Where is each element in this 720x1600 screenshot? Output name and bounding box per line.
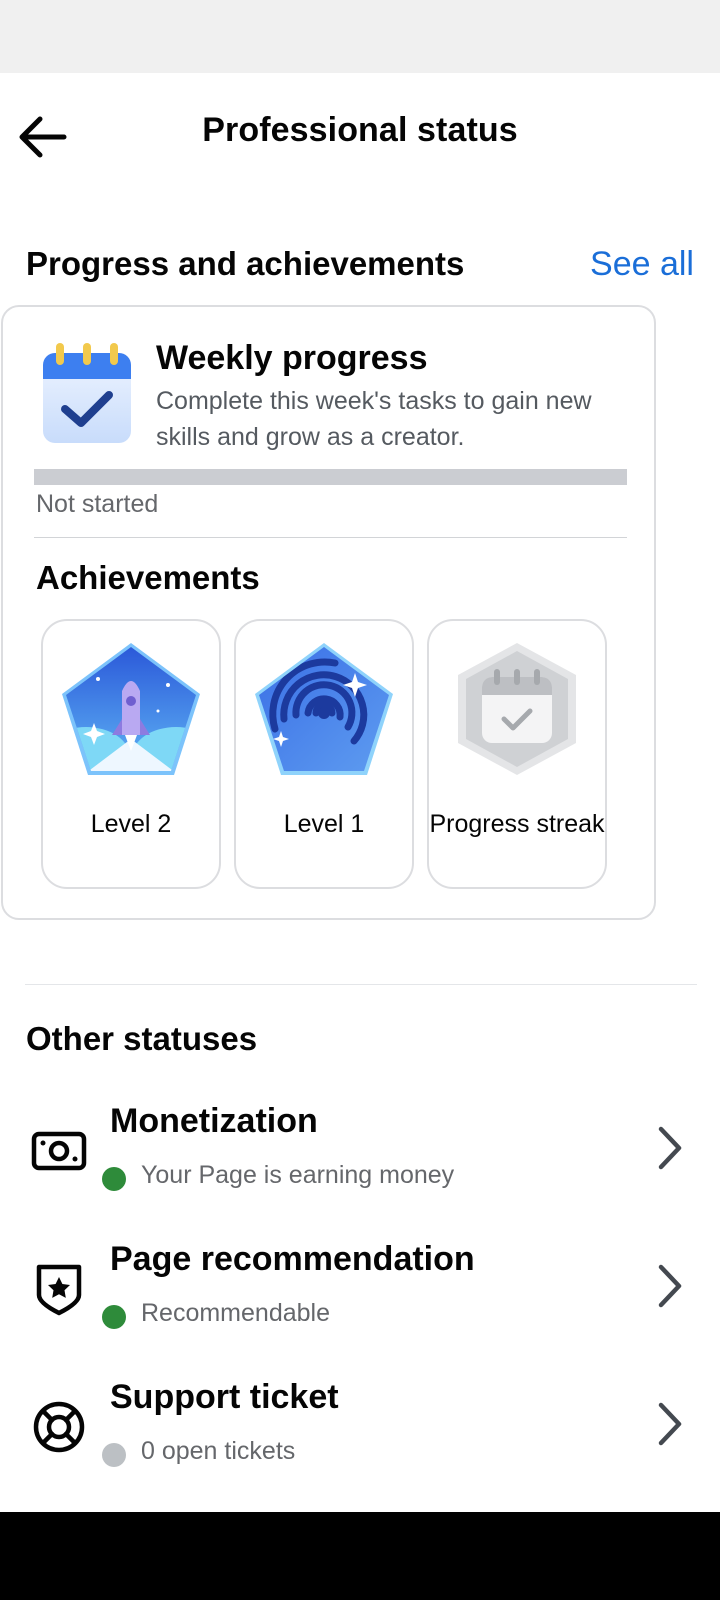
achievement-label: Level 2 (90, 810, 172, 838)
rocket-badge-icon (62, 643, 200, 775)
status-title: Page recommendation (110, 1240, 475, 1278)
calendar-badge-icon (458, 643, 576, 775)
section-title: Progress and achievements (26, 245, 465, 282)
section-divider (25, 984, 697, 985)
weekly-progress-status: Not started (36, 490, 159, 518)
achievement-progress-streak[interactable]: Progress streak (427, 619, 607, 889)
achievement-label: Level 1 (283, 810, 365, 838)
status-dot (102, 1443, 126, 1467)
app-header: Professional status (0, 73, 720, 193)
status-row-support-ticket[interactable]: Support ticket 0 open tickets (0, 1378, 720, 1506)
divider (34, 537, 627, 538)
shield-star-icon (30, 1260, 88, 1318)
status-title: Monetization (110, 1102, 318, 1140)
status-subtitle: Recommendable (141, 1299, 330, 1327)
achievement-level-2[interactable]: Level 2 (41, 619, 221, 889)
status-title: Support ticket (110, 1378, 339, 1416)
status-dot (102, 1167, 126, 1191)
system-status-bar (0, 0, 720, 73)
lifebuoy-icon (30, 1398, 88, 1456)
progress-card: Weekly progress Complete this week's tas… (1, 305, 656, 920)
other-statuses-title: Other statuses (26, 1020, 258, 1057)
galaxy-badge-icon (255, 643, 393, 775)
status-subtitle: 0 open tickets (141, 1437, 296, 1465)
chevron-right-icon (650, 1120, 690, 1176)
achievements-title: Achievements (36, 559, 260, 596)
status-row-page-recommendation[interactable]: Page recommendation Recommendable (0, 1240, 720, 1368)
weekly-progress-bar (34, 469, 627, 485)
calendar-check-icon (43, 343, 131, 443)
status-subtitle: Your Page is earning money (141, 1161, 455, 1189)
chevron-right-icon (650, 1396, 690, 1452)
status-row-monetization[interactable]: Monetization Your Page is earning money (0, 1102, 720, 1230)
progress-section-header: Progress and achievements See all (26, 240, 694, 288)
money-icon (30, 1122, 88, 1180)
chevron-right-icon (650, 1258, 690, 1314)
status-dot (102, 1305, 126, 1329)
weekly-progress-description: Complete this week's tasks to gain new s… (156, 387, 592, 451)
system-navigation-bar (0, 1512, 720, 1600)
page-title: Professional status (202, 111, 518, 149)
achievement-level-1[interactable]: Level 1 (234, 619, 414, 889)
weekly-progress-title: Weekly progress (156, 339, 428, 377)
achievement-label: Progress streak (429, 810, 605, 838)
see-all-link[interactable]: See all (590, 245, 694, 284)
